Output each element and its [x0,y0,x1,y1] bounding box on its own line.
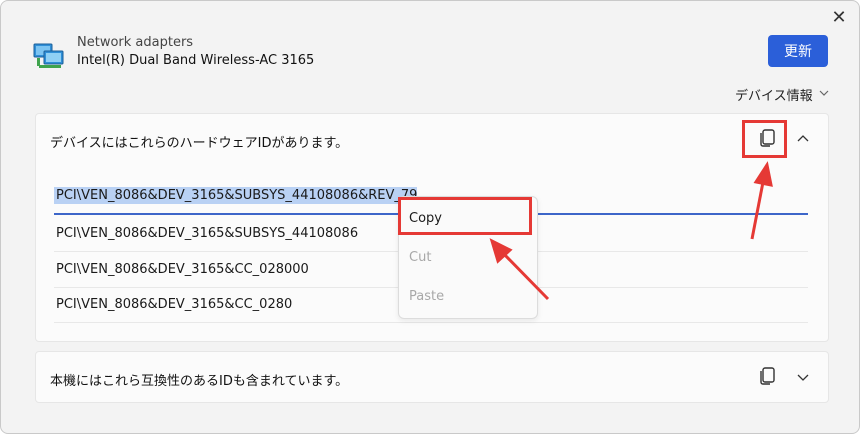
context-menu: Copy Cut Paste [398,196,538,319]
update-button[interactable]: 更新 [768,35,828,67]
close-icon: ✕ [831,6,847,28]
device-info-label: デバイス情報 [735,89,813,104]
device-info-toggle[interactable]: デバイス情報 [735,85,829,104]
copy-icon[interactable] [757,128,777,148]
context-menu-copy[interactable]: Copy [409,211,442,226]
chevron-up-icon[interactable] [795,131,811,147]
network-adapter-icon [33,39,65,71]
hardware-ids-title: デバイスにはこれらのハードウェアIDがあります。 [50,136,349,151]
hardware-id-text: PCI\VEN_8086&DEV_3165&SUBSYS_44108086 [56,225,359,241]
context-menu-paste[interactable]: Paste [409,289,444,304]
chevron-down-icon [819,88,829,101]
compatible-ids-title: 本機にはこれら互換性のあるIDも含まれています。 [50,374,349,389]
copy-icon[interactable] [757,366,777,386]
device-category: Network adapters [77,35,194,50]
context-menu-cut[interactable]: Cut [409,250,431,265]
device-name: Intel(R) Dual Band Wireless-AC 3165 [77,53,315,68]
device-properties-dialog: ✕ Network adapters Intel(R) Dual Band Wi… [0,0,860,434]
hardware-id-text: PCI\VEN_8086&DEV_3165&CC_028000 [56,261,309,277]
hardware-id-text: PCI\VEN_8086&DEV_3165&SUBSYS_44108086&RE… [54,186,418,204]
chevron-down-icon[interactable] [795,369,811,385]
compatible-ids-section: 本機にはこれら互換性のあるIDも含まれています。 [35,351,829,403]
hardware-id-text: PCI\VEN_8086&DEV_3165&CC_0280 [56,296,293,312]
close-button[interactable]: ✕ [827,5,851,29]
